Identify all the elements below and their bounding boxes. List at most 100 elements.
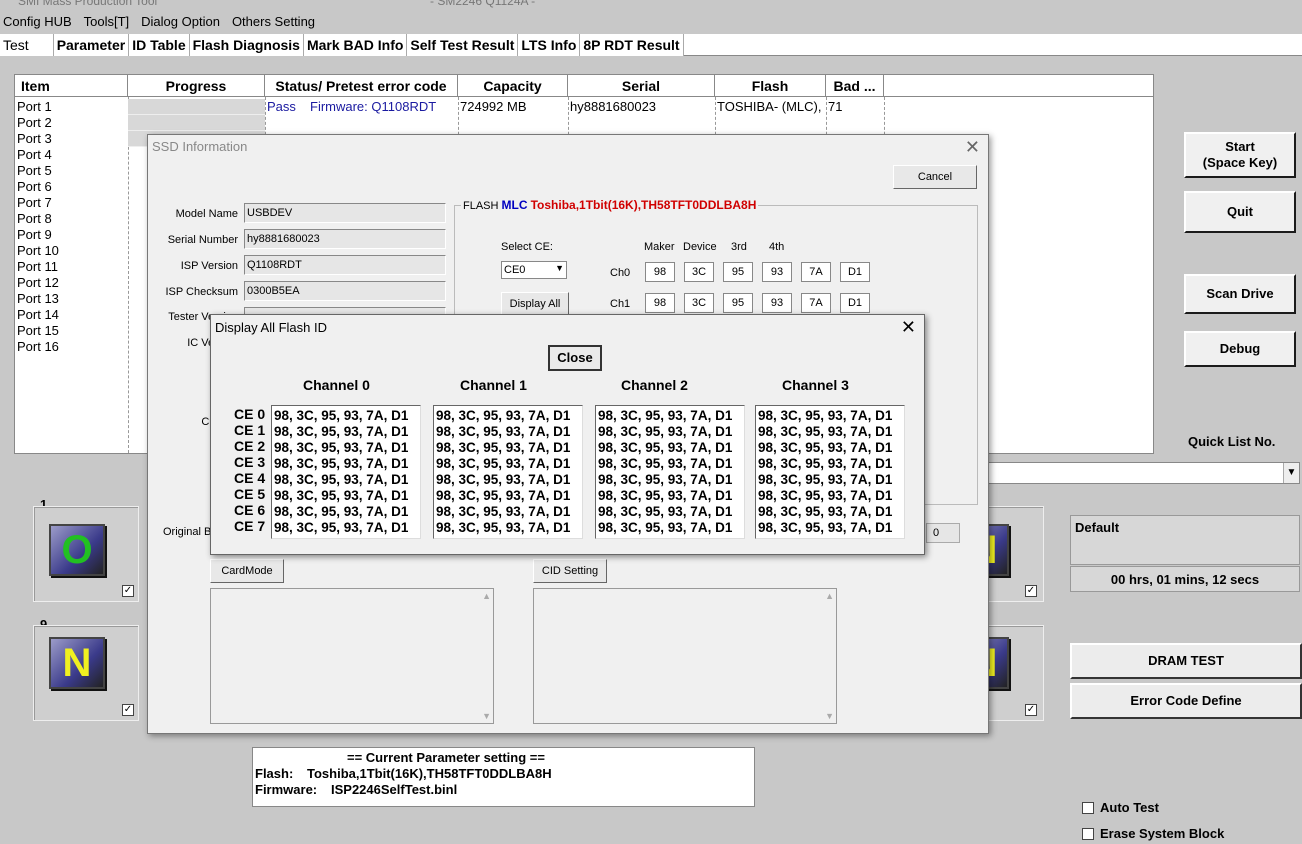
slot-checkbox[interactable]: ✓ [122, 704, 134, 716]
cid-setting-text-area[interactable]: ▲ ▼ [533, 588, 837, 724]
start-button[interactable]: Start (Space Key) [1184, 132, 1296, 178]
auto-test-checkbox[interactable] [1082, 801, 1094, 814]
port-label[interactable]: Port 3 [17, 131, 59, 147]
slot-checkbox[interactable]: ✓ [1025, 585, 1037, 597]
port-label[interactable]: Port 16 [17, 339, 59, 355]
flash-group-header: FLASH MLC Toshiba,1Tbit(16K),TH58TFT0DDL… [461, 198, 759, 212]
select-ce-dropdown[interactable]: CE0 ▼ [501, 261, 567, 279]
scroll-down-icon[interactable]: ▼ [825, 711, 834, 721]
scan-drive-button[interactable]: Scan Drive [1184, 274, 1296, 314]
card-mode-button[interactable]: CardMode [210, 559, 284, 583]
tab-id-table[interactable]: ID Table [129, 34, 190, 56]
tab-self-test-result[interactable]: Self Test Result [407, 34, 519, 56]
ce-label: CE 1 [234, 422, 266, 438]
error-code-define-button[interactable]: Error Code Define [1070, 683, 1302, 719]
id-header-device: Device [683, 241, 717, 253]
port-label[interactable]: Port 1 [17, 99, 59, 115]
port-label[interactable]: Port 11 [17, 259, 59, 275]
erase-system-option[interactable]: Erase System Block [1082, 826, 1224, 841]
slot-checkbox[interactable]: ✓ [1025, 704, 1037, 716]
port-label[interactable]: Port 15 [17, 323, 59, 339]
field-label: Model Name [175, 208, 238, 220]
param-flash-value: Toshiba,1Tbit(16K),TH58TFT0DDLBA8H [307, 766, 552, 781]
start-sub-label: (Space Key) [1202, 155, 1278, 170]
isp-version-field[interactable]: Q1108RDT [244, 255, 446, 275]
channel-0-id-list[interactable]: 98, 3C, 95, 93, 7A, D1 98, 3C, 95, 93, 7… [271, 405, 421, 539]
tab-test[interactable]: Test [0, 34, 54, 56]
channel-1-id-list[interactable]: 98, 3C, 95, 93, 7A, D1 98, 3C, 95, 93, 7… [433, 405, 583, 539]
port-label[interactable]: Port 9 [17, 227, 59, 243]
menu-config-hub[interactable]: Config HUB [0, 14, 75, 32]
ce-label: CE 6 [234, 502, 266, 518]
close-icon[interactable]: ✕ [901, 317, 916, 338]
slot-checkbox[interactable]: ✓ [122, 585, 134, 597]
menu-bar: Config HUB Tools[T] Dialog Option Others… [0, 14, 324, 32]
flash-id-byte: 98 [645, 262, 675, 282]
scroll-down-icon[interactable]: ▼ [482, 711, 491, 721]
row1-capacity: 724992 MB [460, 99, 527, 114]
tab-bar-filler [683, 34, 1302, 55]
port-slot-right-top[interactable]: N ✓ [957, 506, 1044, 602]
flash-id-byte: D1 [840, 262, 870, 282]
erase-system-checkbox[interactable] [1082, 827, 1094, 840]
port-label[interactable]: Port 13 [17, 291, 59, 307]
port-label[interactable]: Port 14 [17, 307, 59, 323]
header-bad[interactable]: Bad ... [826, 75, 884, 96]
port-slot-1[interactable]: O ✓ [33, 506, 139, 602]
quit-button[interactable]: Quit [1184, 191, 1296, 233]
debug-button[interactable]: Debug [1184, 331, 1296, 367]
menu-dialog-option[interactable]: Dialog Option [138, 14, 223, 32]
auto-test-option[interactable]: Auto Test [1082, 800, 1159, 815]
port-slot-right-bottom[interactable]: N ✓ [957, 625, 1044, 721]
tab-flash-diagnosis[interactable]: Flash Diagnosis [189, 34, 304, 56]
original-bad-value: 0 [926, 523, 960, 543]
scroll-up-icon[interactable]: ▲ [482, 591, 491, 601]
dram-test-button[interactable]: DRAM TEST [1070, 643, 1302, 679]
port-label[interactable]: Port 8 [17, 211, 59, 227]
channel-1-header: Channel 1 [460, 377, 527, 393]
param-firmware-value: ISP2246SelfTest.binl [331, 782, 458, 797]
scroll-up-icon[interactable]: ▲ [825, 591, 834, 601]
close-button[interactable]: Close [548, 345, 602, 371]
header-progress[interactable]: Progress [128, 75, 265, 96]
display-all-button[interactable]: Display All [501, 292, 569, 316]
tab-parameter[interactable]: Parameter [53, 34, 130, 56]
header-capacity[interactable]: Capacity [458, 75, 568, 96]
menu-others-setting[interactable]: Others Setting [229, 14, 318, 32]
close-icon[interactable]: ✕ [965, 137, 980, 158]
port-label[interactable]: Port 10 [17, 243, 59, 259]
tab-mark-bad-info[interactable]: Mark BAD Info [303, 34, 408, 56]
card-mode-text-area[interactable]: ▲ ▼ [210, 588, 494, 724]
port-label[interactable]: Port 7 [17, 195, 59, 211]
port-label[interactable]: Port 4 [17, 147, 59, 163]
ce-label: CE 3 [234, 454, 266, 470]
id-header-4th: 4th [769, 241, 785, 253]
quick-list-combo[interactable]: ▼ [984, 462, 1300, 484]
header-status[interactable]: Status/ Pretest error code [265, 75, 458, 96]
progress-cell [128, 99, 265, 115]
tab-8p-rdt-result[interactable]: 8P RDT Result [580, 34, 684, 56]
id-header-3rd: 3rd [731, 241, 747, 253]
port-label[interactable]: Port 2 [17, 115, 59, 131]
channel-2-id-list[interactable]: 98, 3C, 95, 93, 7A, D1 98, 3C, 95, 93, 7… [595, 405, 745, 539]
header-flash[interactable]: Flash [715, 75, 826, 96]
header-serial[interactable]: Serial [568, 75, 715, 96]
isp-checksum-field[interactable]: 0300B5EA [244, 281, 446, 301]
menu-tools[interactable]: Tools[T] [81, 14, 133, 32]
serial-number-field[interactable]: hy8881680023 [244, 229, 446, 249]
tab-lts-info[interactable]: LTS Info [518, 34, 581, 56]
cid-setting-button[interactable]: CID Setting [533, 559, 607, 583]
select-ce-label: Select CE: [501, 241, 553, 253]
header-item[interactable]: Item [15, 75, 128, 96]
port-label[interactable]: Port 12 [17, 275, 59, 291]
chevron-down-icon[interactable]: ▼ [1283, 463, 1299, 483]
cancel-button[interactable]: Cancel [893, 165, 977, 189]
ce-label: CE 7 [234, 518, 266, 534]
port-slot-9[interactable]: N ✓ [33, 625, 139, 721]
model-name-field[interactable]: USBDEV [244, 203, 446, 223]
port-label[interactable]: Port 5 [17, 163, 59, 179]
port-label[interactable]: Port 6 [17, 179, 59, 195]
channel-3-id-list[interactable]: 98, 3C, 95, 93, 7A, D1 98, 3C, 95, 93, 7… [755, 405, 905, 539]
row1-serial: hy8881680023 [570, 99, 657, 114]
row1-status: Pass [267, 99, 296, 114]
